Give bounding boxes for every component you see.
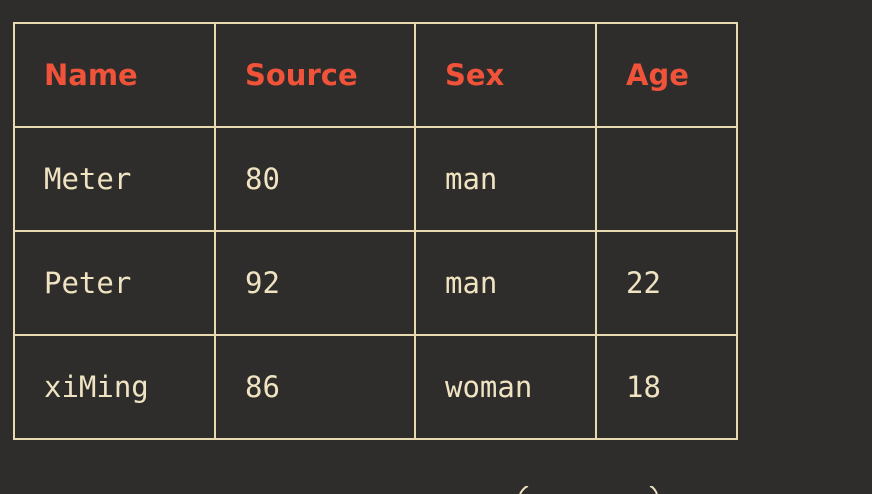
cell-age [595,126,738,232]
cell-name: xiMing [13,334,216,440]
cell-name: Peter [13,230,216,336]
cell-name: Meter [13,126,216,232]
table-header: Name Source Sex Age [13,22,738,128]
header-row: Name Source Sex Age [13,22,738,128]
cell-sex: man [414,126,597,232]
cell-sex: man [414,230,597,336]
cell-age: 22 [595,230,738,336]
header-sex: Sex [414,22,597,128]
page: { "table": { "headers": ["Name", "Source… [0,0,872,494]
table-body: Meter 80 man Peter 92 man 22 xiMing 86 w… [13,126,738,440]
data-table-container: Name Source Sex Age Meter 80 man Peter 9… [13,22,738,440]
cell-sex: woman [414,334,597,440]
data-table: Name Source Sex Age Meter 80 man Peter 9… [13,22,738,440]
header-name: Name [13,22,216,128]
cell-source: 86 [214,334,416,440]
cell-source: 92 [214,230,416,336]
table-row: Meter 80 man [13,126,738,232]
clipped-text-fragment [519,486,658,494]
header-age: Age [595,22,738,128]
cell-source: 80 [214,126,416,232]
table-row: xiMing 86 woman 18 [13,334,738,440]
table-row: Peter 92 man 22 [13,230,738,336]
cell-age: 18 [595,334,738,440]
header-source: Source [214,22,416,128]
